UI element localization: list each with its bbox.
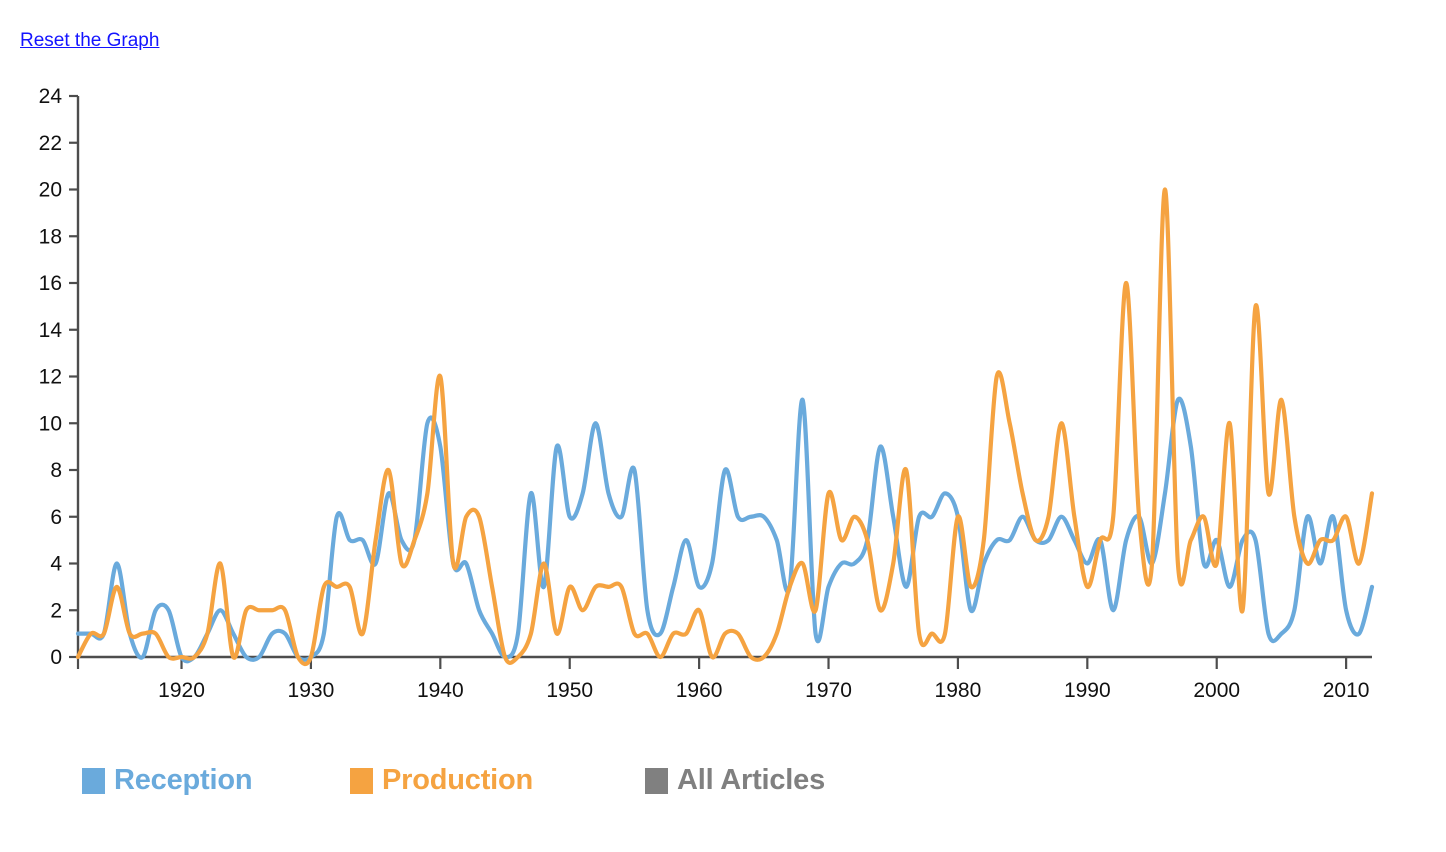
chart-legend: Reception Production All Articles [0,752,1446,816]
series-line-production [75,187,1375,667]
legend-item-production[interactable]: Production [350,764,533,797]
x-axis-tick-label: 1990 [1064,679,1111,702]
y-axis-tick-label: 4 [50,553,62,576]
x-axis-tick-label: 1940 [417,679,464,702]
y-axis-tick-label: 24 [39,85,63,108]
x-axis-tick-label: 1950 [546,679,593,702]
y-axis-tick-label: 22 [39,132,62,155]
legend-item-label: Reception [114,764,253,796]
y-axis-tick-label: 8 [50,459,62,482]
y-axis-tick-label: 16 [39,272,62,295]
y-axis-tick-label: 10 [39,412,62,435]
legend-item-all-articles[interactable]: All Articles [645,764,825,797]
y-axis-tick-label: 14 [39,319,63,342]
x-axis: 1920 1930 1940 1950 1960 1970 1980 1990 2000 2010 [76,655,1372,702]
legend-item-label: All Articles [677,764,826,796]
reset-graph-link[interactable]: Reset the Graph [20,30,159,51]
square-swatch-icon [350,767,373,794]
x-axis-tick-label: 2010 [1323,679,1370,702]
chart-series-group [75,187,1375,667]
legend-item-label: Production [382,764,534,796]
x-axis-tick-label: 2000 [1193,679,1240,702]
square-swatch-icon [82,767,105,794]
x-axis-tick-label: 1980 [935,679,982,702]
x-axis-tick-label: 1960 [676,679,723,702]
y-axis-tick-label: 20 [39,179,62,202]
y-axis-tick-label: 2 [50,599,62,622]
x-axis-tick-label: 1930 [288,679,335,702]
line-chart[interactable]: 0 2 4 6 8 10 12 14 16 18 20 22 24 1920 1930 1940 1950 19… [0,70,1446,710]
legend-item-reception[interactable]: Reception [82,764,253,797]
chart-svg[interactable]: 024681012141618202224 1920 1930 1940 1950 19… [0,70,1446,710]
y-axis: 024681012141618202224 [39,85,80,669]
reset-graph-link-container: Reset the Graph [20,28,159,54]
y-axis-tick-label: 0 [50,646,62,669]
square-swatch-icon [645,767,668,794]
y-axis-tick-label: 12 [39,366,62,389]
y-axis-tick-label: 18 [39,225,62,248]
x-axis-tick-label: 1920 [158,679,205,702]
y-axis-tick-label: 6 [50,506,62,529]
x-axis-tick-label: 1970 [805,679,852,702]
